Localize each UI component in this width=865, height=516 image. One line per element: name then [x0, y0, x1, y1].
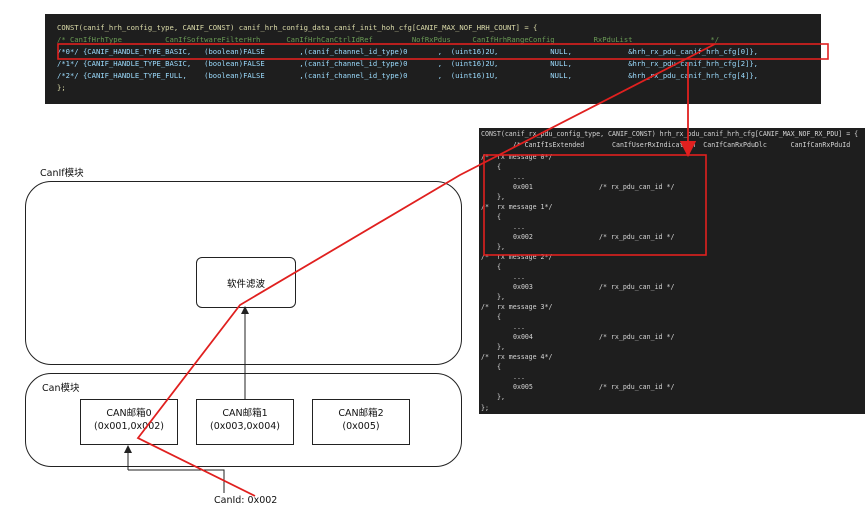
- highlight-rx-messages: [483, 154, 707, 256]
- diagram-overlay: [57, 43, 829, 497]
- mapping-path-line: [136, 43, 716, 497]
